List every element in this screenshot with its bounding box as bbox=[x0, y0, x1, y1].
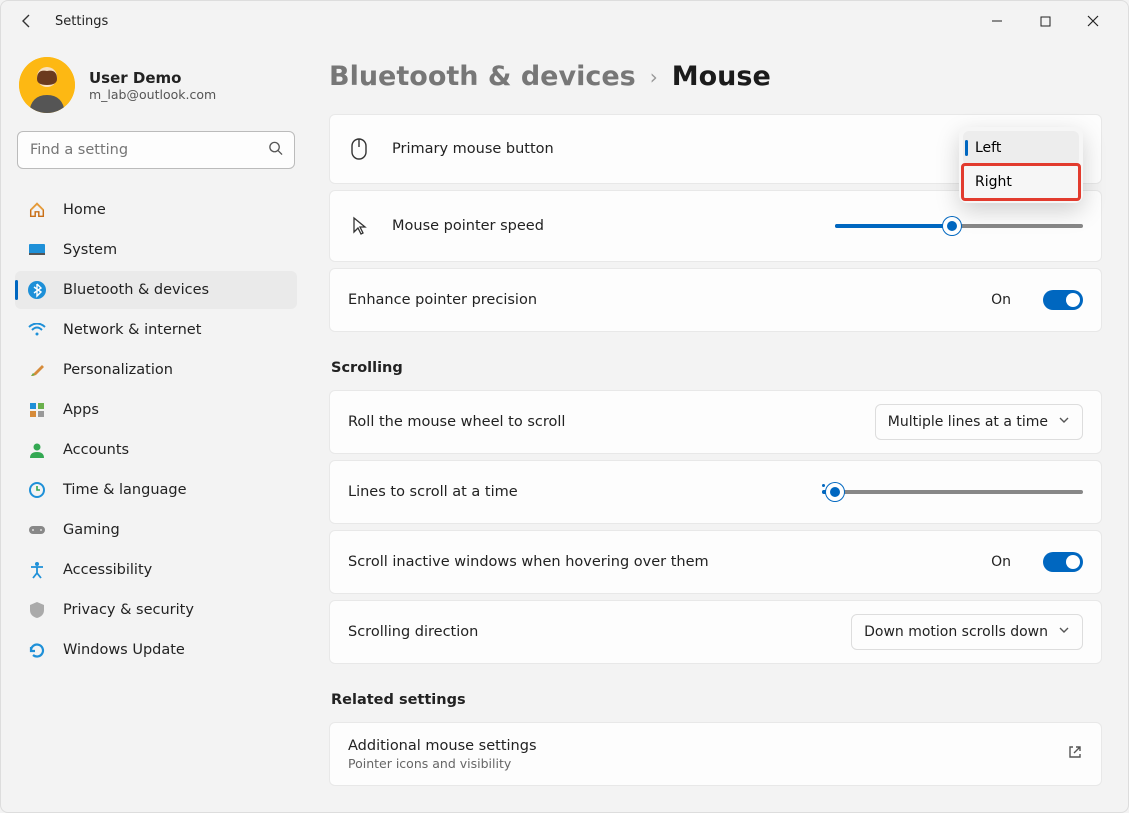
scrolling-direction-combo[interactable]: Down motion scrolls down bbox=[851, 614, 1083, 650]
sidebar-item-label: System bbox=[63, 242, 117, 258]
titlebar: Settings bbox=[1, 1, 1128, 41]
chevron-down-icon bbox=[1058, 414, 1070, 430]
sidebar-item-label: Time & language bbox=[63, 482, 187, 498]
dropdown-option-right[interactable]: Right bbox=[963, 165, 1079, 199]
sidebar-item-label: Bluetooth & devices bbox=[63, 282, 209, 298]
pointer-speed-slider[interactable] bbox=[835, 224, 1083, 228]
additional-mouse-settings-label: Additional mouse settings bbox=[348, 738, 537, 754]
bluetooth-icon bbox=[27, 280, 47, 300]
primary-button-dropdown[interactable]: Left Right bbox=[959, 127, 1083, 203]
sidebar-item-label: Windows Update bbox=[63, 642, 185, 658]
avatar bbox=[19, 57, 75, 113]
sidebar-item-home[interactable]: Home bbox=[15, 191, 297, 229]
roll-wheel-label: Roll the mouse wheel to scroll bbox=[348, 414, 565, 430]
scrolling-direction-row: Scrolling direction Down motion scrolls … bbox=[329, 600, 1102, 664]
sidebar-item-label: Home bbox=[63, 202, 106, 218]
gamepad-icon bbox=[27, 520, 47, 540]
sidebar-item-privacy-security[interactable]: Privacy & security bbox=[15, 591, 297, 629]
external-link-icon bbox=[1067, 744, 1083, 764]
enhance-pointer-precision-row: Enhance pointer precision On bbox=[329, 268, 1102, 332]
sidebar-item-label: Accessibility bbox=[63, 562, 152, 578]
enhance-pointer-precision-toggle[interactable] bbox=[1043, 290, 1083, 310]
lines-to-scroll-row: Lines to scroll at a time bbox=[329, 460, 1102, 524]
sidebar-item-personalization[interactable]: Personalization bbox=[15, 351, 297, 389]
nav-list: Home System Bluetooth & devices Network … bbox=[15, 191, 297, 669]
sidebar-item-apps[interactable]: Apps bbox=[15, 391, 297, 429]
mouse-icon bbox=[348, 138, 370, 160]
clock-globe-icon bbox=[27, 480, 47, 500]
mouse-pointer-speed-label: Mouse pointer speed bbox=[392, 218, 544, 234]
update-icon bbox=[27, 640, 47, 660]
enhance-pointer-precision-label: Enhance pointer precision bbox=[348, 292, 537, 308]
sidebar-item-label: Accounts bbox=[63, 442, 129, 458]
chevron-down-icon bbox=[1058, 624, 1070, 640]
sidebar-item-accessibility[interactable]: Accessibility bbox=[15, 551, 297, 589]
wifi-icon bbox=[27, 320, 47, 340]
roll-wheel-combo[interactable]: Multiple lines at a time bbox=[875, 404, 1083, 440]
scroll-inactive-toggle[interactable] bbox=[1043, 552, 1083, 572]
scrolling-direction-value: Down motion scrolls down bbox=[864, 624, 1048, 640]
additional-mouse-settings-sub: Pointer icons and visibility bbox=[348, 756, 537, 771]
maximize-button[interactable] bbox=[1022, 5, 1068, 37]
breadcrumb-separator: › bbox=[650, 65, 658, 89]
search-box[interactable] bbox=[17, 131, 295, 169]
related-settings-section-title: Related settings bbox=[331, 692, 1102, 708]
lines-to-scroll-label: Lines to scroll at a time bbox=[348, 484, 518, 500]
roll-wheel-row: Roll the mouse wheel to scroll Multiple … bbox=[329, 390, 1102, 454]
shield-icon bbox=[27, 600, 47, 620]
primary-mouse-button-row: Primary mouse button Left Right bbox=[329, 114, 1102, 184]
breadcrumb: Bluetooth & devices › Mouse bbox=[329, 61, 1102, 92]
sidebar-item-windows-update[interactable]: Windows Update bbox=[15, 631, 297, 669]
close-button[interactable] bbox=[1070, 5, 1116, 37]
scroll-inactive-state: On bbox=[991, 554, 1011, 570]
scroll-inactive-row: Scroll inactive windows when hovering ov… bbox=[329, 530, 1102, 594]
sidebar-item-bluetooth-devices[interactable]: Bluetooth & devices bbox=[15, 271, 297, 309]
search-icon bbox=[268, 141, 283, 160]
scrolling-direction-label: Scrolling direction bbox=[348, 624, 478, 640]
apps-icon bbox=[27, 400, 47, 420]
minimize-button[interactable] bbox=[974, 5, 1020, 37]
back-button[interactable] bbox=[13, 7, 41, 35]
home-icon bbox=[27, 200, 47, 220]
scroll-inactive-label: Scroll inactive windows when hovering ov… bbox=[348, 554, 709, 570]
sidebar: User Demo m_lab@outlook.com Home System … bbox=[1, 41, 311, 812]
profile-name: User Demo bbox=[89, 69, 216, 87]
paintbrush-icon bbox=[27, 360, 47, 380]
person-icon bbox=[27, 440, 47, 460]
sidebar-item-accounts[interactable]: Accounts bbox=[15, 431, 297, 469]
enhance-pointer-precision-state: On bbox=[991, 292, 1011, 308]
sidebar-item-gaming[interactable]: Gaming bbox=[15, 511, 297, 549]
roll-wheel-value: Multiple lines at a time bbox=[888, 414, 1048, 430]
sidebar-item-label: Gaming bbox=[63, 522, 120, 538]
profile-email: m_lab@outlook.com bbox=[89, 87, 216, 102]
sidebar-item-time-language[interactable]: Time & language bbox=[15, 471, 297, 509]
sidebar-item-label: Personalization bbox=[63, 362, 173, 378]
window-title: Settings bbox=[55, 14, 108, 29]
cursor-icon bbox=[348, 216, 370, 236]
sidebar-item-label: Network & internet bbox=[63, 322, 201, 338]
user-profile[interactable]: User Demo m_lab@outlook.com bbox=[19, 57, 293, 113]
system-icon bbox=[27, 240, 47, 260]
dropdown-option-left[interactable]: Left bbox=[963, 131, 1079, 165]
sidebar-item-label: Privacy & security bbox=[63, 602, 194, 618]
sidebar-item-label: Apps bbox=[63, 402, 99, 418]
sidebar-item-system[interactable]: System bbox=[15, 231, 297, 269]
content-area: Bluetooth & devices › Mouse Primary mous… bbox=[311, 41, 1128, 812]
additional-mouse-settings-row[interactable]: Additional mouse settings Pointer icons … bbox=[329, 722, 1102, 786]
lines-to-scroll-slider[interactable] bbox=[822, 490, 1083, 494]
primary-mouse-button-label: Primary mouse button bbox=[392, 141, 554, 157]
breadcrumb-parent[interactable]: Bluetooth & devices bbox=[329, 61, 636, 92]
accessibility-icon bbox=[27, 560, 47, 580]
sidebar-item-network[interactable]: Network & internet bbox=[15, 311, 297, 349]
scrolling-section-title: Scrolling bbox=[331, 360, 1102, 376]
search-input[interactable] bbox=[17, 131, 295, 169]
breadcrumb-current: Mouse bbox=[672, 61, 771, 92]
